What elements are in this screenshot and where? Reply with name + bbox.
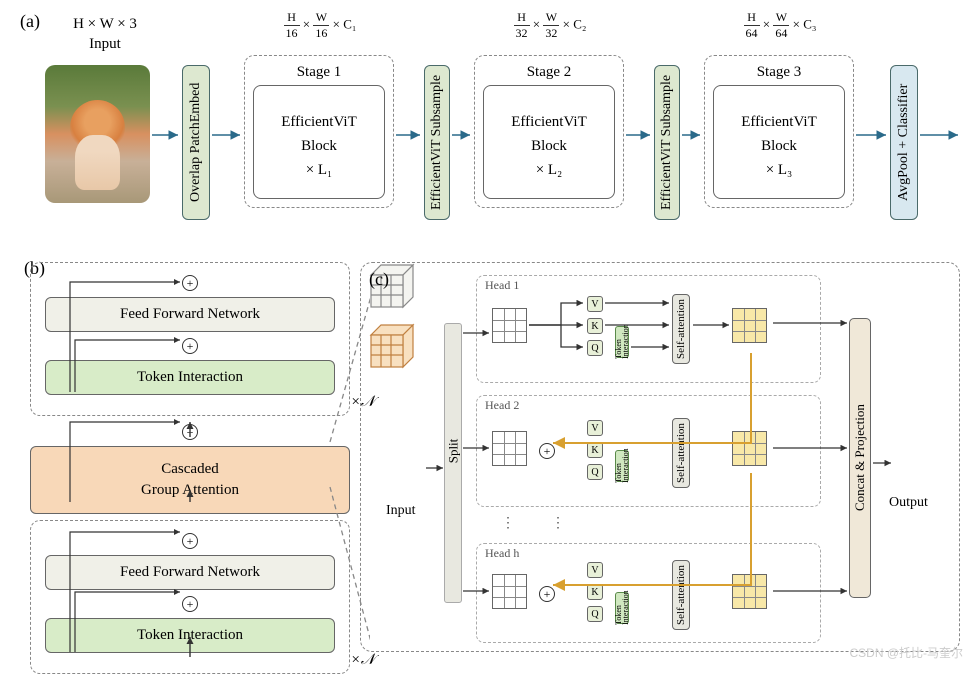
- self-attention: Self-attention: [672, 560, 690, 630]
- panel-b-lower-group: + Feed Forward Network + Token Interacti…: [30, 520, 350, 674]
- token-interaction-upper: Token Interaction: [45, 360, 335, 395]
- concat-projection: Concat & Projection: [849, 318, 871, 598]
- xn-lower: ×𝒩: [351, 651, 376, 669]
- panel-a-label: (a): [20, 11, 40, 32]
- cascaded-attention-block: CascadedGroup Attention: [30, 446, 350, 514]
- add-icon: +: [182, 533, 198, 549]
- stage-2-title: Stage 2: [483, 64, 615, 81]
- stage2-dims: H32 × W32 × C₂: [495, 10, 605, 41]
- k-proj: K: [587, 318, 603, 334]
- input-dims-label: H × W × 3 Input: [55, 15, 155, 54]
- add-icon: +: [182, 596, 198, 612]
- stage-3-block: EfficientViTBlock× L₃: [713, 85, 845, 199]
- add-icon: +: [182, 275, 198, 291]
- watermark: CSDN @托比-马奎尔: [849, 644, 963, 661]
- panel-a: (a) H × W × 3 Input Overlap PatchEmbed H…: [20, 5, 965, 235]
- subsample-2: EfficientViT Subsample: [654, 65, 680, 220]
- v-proj: V: [587, 420, 603, 436]
- input-dims-text: H × W × 3: [73, 16, 137, 32]
- input-caption: Input: [89, 36, 121, 52]
- panel-c-label: (c): [369, 269, 389, 290]
- feature-grid-out-icon: [732, 431, 767, 466]
- feature-grid-icon: [492, 431, 527, 466]
- token-interaction-c: Token Interaction: [615, 450, 629, 482]
- q-proj: Q: [587, 606, 603, 622]
- q-proj: Q: [587, 340, 603, 356]
- input-image: [45, 65, 150, 203]
- feature-grid-out-icon: [732, 308, 767, 343]
- classifier-block: AvgPool + Classifier: [890, 65, 918, 220]
- k-proj: K: [587, 584, 603, 600]
- stage3-dims: H64 × W64 × C₃: [725, 10, 835, 41]
- head-h: Head h + V K Q Token Interaction Self-at…: [476, 543, 821, 643]
- split-label: Split: [445, 439, 461, 464]
- token-interaction-lower: Token Interaction: [45, 618, 335, 653]
- stage-1: Stage 1 EfficientViTBlock× L₁: [244, 55, 394, 208]
- v-proj: V: [587, 296, 603, 312]
- head-1: Head 1 V K Q Token Interaction Self-atte…: [476, 275, 821, 383]
- stage-3: Stage 3 EfficientViTBlock× L₃: [704, 55, 854, 208]
- q-proj: Q: [587, 464, 603, 480]
- k-proj: K: [587, 442, 603, 458]
- overlap-patchembed-block: Overlap PatchEmbed: [182, 65, 210, 220]
- v-proj: V: [587, 562, 603, 578]
- head-h-title: Head h: [485, 546, 519, 561]
- head-2: Head 2 + V K Q Token Interaction Self-at…: [476, 395, 821, 507]
- vdots-icon: ⋮: [501, 515, 516, 532]
- stage1-dims: H16 × W16 × C₁: [265, 10, 375, 41]
- panel-b: (b) + Feed Forward Network + Token Inter…: [30, 262, 350, 682]
- head-2-title: Head 2: [485, 398, 519, 413]
- self-attention: Self-attention: [672, 294, 690, 364]
- head-1-title: Head 1: [485, 278, 519, 293]
- add-icon: +: [182, 424, 198, 440]
- panel-c: (c) Input Split Head 1 V K Q Token Inter…: [360, 262, 960, 652]
- stage-1-block: EfficientViTBlock× L₁: [253, 85, 385, 199]
- self-attention: Self-attention: [672, 418, 690, 488]
- vdots-icon: ⋮: [551, 515, 566, 532]
- stage-3-title: Stage 3: [713, 64, 845, 81]
- feature-grid-out-icon: [732, 574, 767, 609]
- stage-2: Stage 2 EfficientViTBlock× L₂: [474, 55, 624, 208]
- add-icon: +: [182, 338, 198, 354]
- stage-1-title: Stage 1: [253, 64, 385, 81]
- token-interaction-c: Token Interaction: [615, 592, 629, 624]
- output-cube-label: Output: [889, 495, 928, 511]
- subsample-1: EfficientViT Subsample: [424, 65, 450, 220]
- ffn-block-upper: Feed Forward Network: [45, 297, 335, 332]
- add-icon: +: [539, 443, 555, 459]
- feature-grid-icon: [492, 308, 527, 343]
- input-cube-label: Input: [386, 503, 416, 519]
- ffn-block-lower: Feed Forward Network: [45, 555, 335, 590]
- add-icon: +: [539, 586, 555, 602]
- token-interaction-c: Token Interaction: [615, 326, 629, 358]
- panel-b-upper-group: + Feed Forward Network + Token Interacti…: [30, 262, 350, 416]
- feature-grid-icon: [492, 574, 527, 609]
- stage-2-block: EfficientViTBlock× L₂: [483, 85, 615, 199]
